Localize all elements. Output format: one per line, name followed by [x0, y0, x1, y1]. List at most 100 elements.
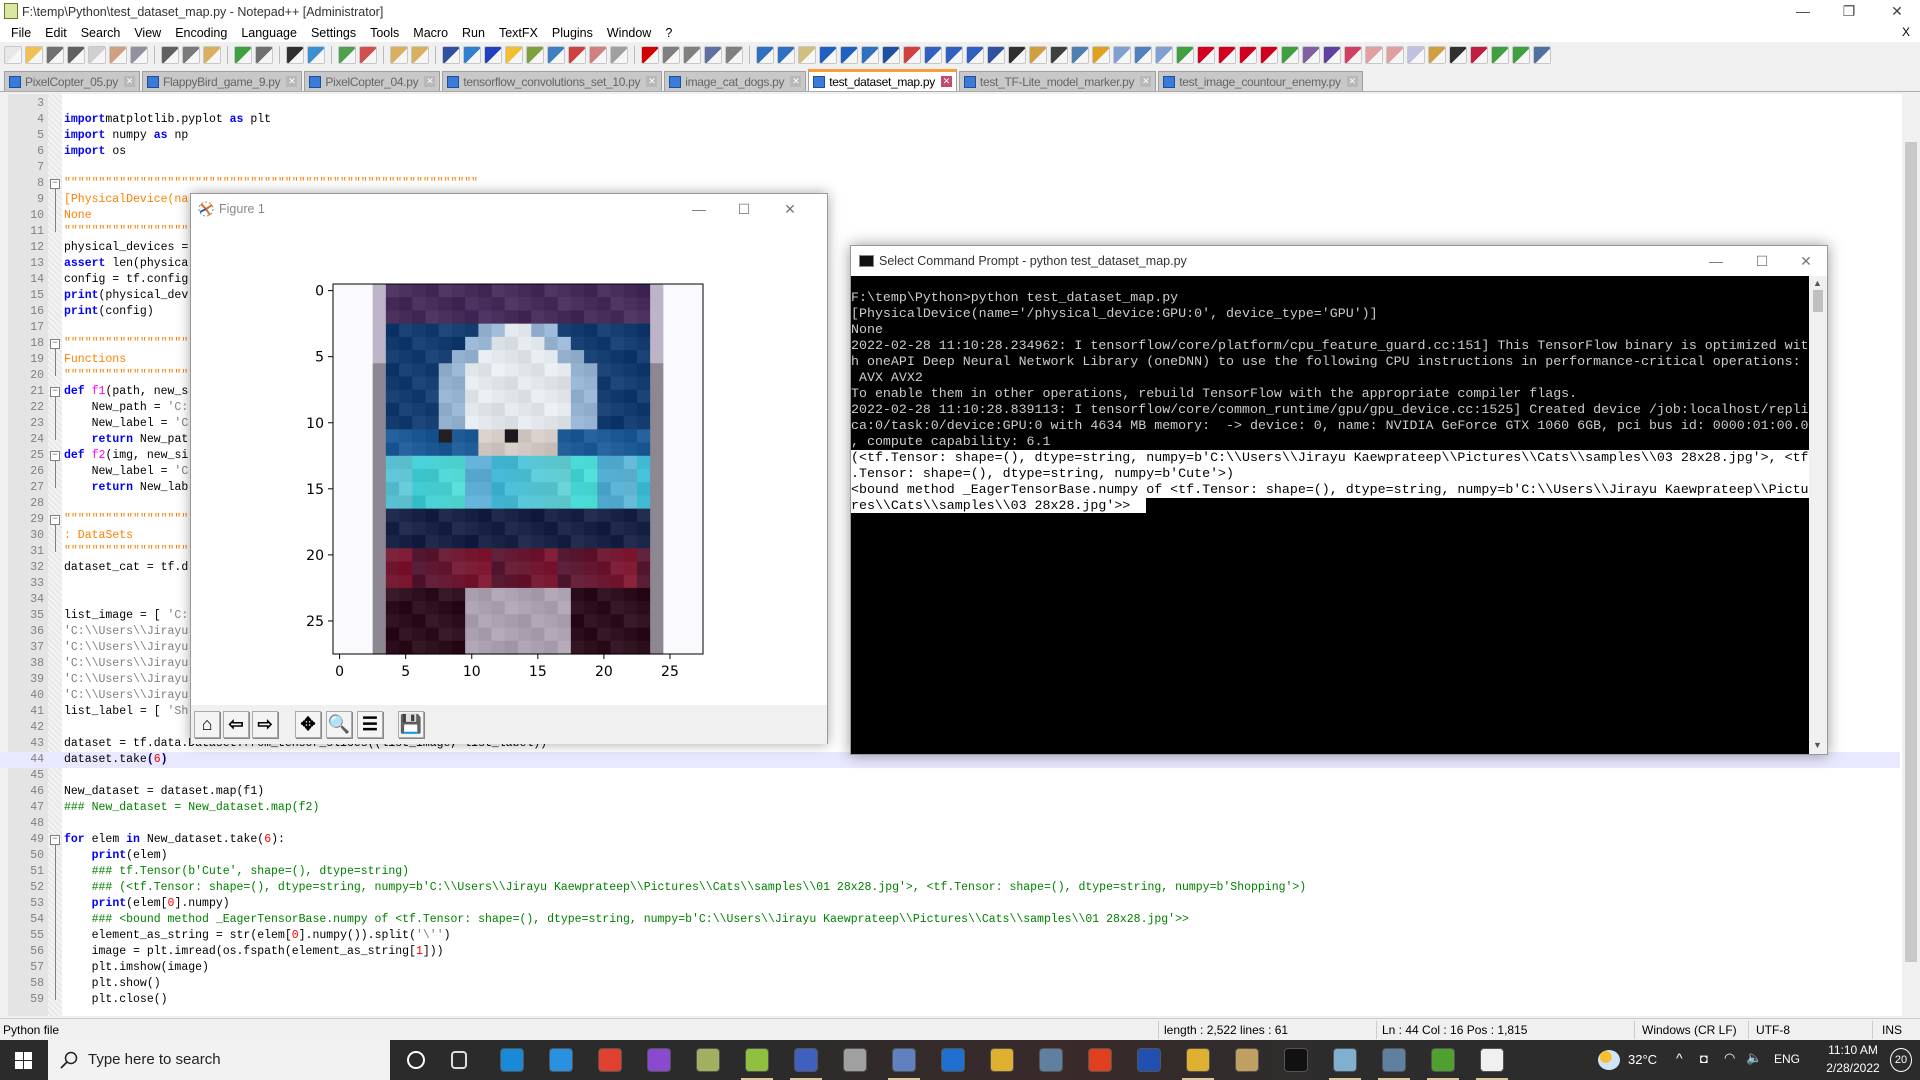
plugin-back-icon[interactable]: [777, 46, 795, 64]
menu-language[interactable]: Language: [234, 26, 304, 40]
playback-macro-icon[interactable]: [683, 46, 701, 64]
folder-as-workspace-icon[interactable]: [568, 46, 586, 64]
forward-button[interactable]: ⇨: [252, 711, 278, 738]
tab-test-tf-lite-model-marker-py[interactable]: test_TF-Lite_model_marker.py ✕: [958, 71, 1157, 91]
image-plot[interactable]: 0 0 5 5 10 10 15 15 20 20 25 25: [191, 224, 827, 704]
virtualbox-icon[interactable]: [1039, 1048, 1063, 1072]
plugin-chain-icon[interactable]: [1134, 46, 1152, 64]
mail-icon[interactable]: [549, 1048, 573, 1072]
tab-close-icon[interactable]: ✕: [424, 76, 436, 87]
plugin-first-icon[interactable]: [1197, 46, 1215, 64]
windows-start-icon[interactable]: [15, 1052, 32, 1069]
menu-textfx[interactable]: TextFX: [492, 26, 545, 40]
stop-recording-icon[interactable]: [662, 46, 680, 64]
weather-temperature[interactable]: 32°C: [1628, 1052, 1657, 1067]
cortana-icon[interactable]: [407, 1051, 425, 1069]
cut-icon[interactable]: [161, 46, 179, 64]
edge-icon[interactable]: [500, 1048, 524, 1072]
menu-run[interactable]: Run: [455, 26, 492, 40]
monitor-app-icon[interactable]: [843, 1048, 867, 1072]
blue-app-icon[interactable]: [941, 1048, 965, 1072]
copy-icon[interactable]: [182, 46, 200, 64]
wifi-icon[interactable]: ◠: [1724, 1050, 1735, 1066]
plugin-indent-icon[interactable]: [966, 46, 984, 64]
menu-file[interactable]: File: [4, 26, 38, 40]
plugin-doc-2-icon[interactable]: [1386, 46, 1404, 64]
tab-close-icon[interactable]: ✕: [646, 76, 658, 87]
sync-horizontal-icon[interactable]: [411, 46, 429, 64]
plugin-forward-icon[interactable]: [819, 46, 837, 64]
task-view-icon[interactable]: [451, 1051, 467, 1069]
plugin-prev-icon[interactable]: [1218, 46, 1236, 64]
network-app-icon[interactable]: [794, 1048, 818, 1072]
tab-pixelcopter-05-py[interactable]: PixelCopter_05.py ✕: [4, 71, 140, 91]
plugin-note-icon[interactable]: [1029, 46, 1047, 64]
home-button[interactable]: ⌂: [194, 711, 220, 738]
notepad-icon[interactable]: [1333, 1048, 1357, 1072]
plugin-doc-3-icon[interactable]: [1407, 46, 1425, 64]
plugin-tree-icon[interactable]: [903, 46, 921, 64]
volume-icon[interactable]: 🔈: [1746, 1050, 1762, 1066]
monitoring-icon[interactable]: [610, 46, 628, 64]
plugin-step-out-icon[interactable]: [1323, 46, 1341, 64]
taskbar-search-box[interactable]: Type here to search: [48, 1040, 390, 1080]
menu-view[interactable]: View: [127, 26, 168, 40]
tab-close-icon[interactable]: ✕: [1140, 76, 1152, 87]
tab-test-dataset-map-py[interactable]: test_dataset_map.py ✕: [808, 69, 957, 91]
plugin-x-icon[interactable]: [1470, 46, 1488, 64]
plugin-last-icon[interactable]: [1260, 46, 1278, 64]
plugin-step-into-icon[interactable]: [1302, 46, 1320, 64]
plugin-clean-icon[interactable]: [1512, 46, 1530, 64]
tray-camera-icon[interactable]: ◘: [1700, 1051, 1708, 1066]
print-icon[interactable]: [130, 46, 148, 64]
menu-tools[interactable]: Tools: [363, 26, 406, 40]
plugin-next-icon[interactable]: [1239, 46, 1257, 64]
word-wrap-icon[interactable]: [442, 46, 460, 64]
plugin-step-icon[interactable]: [1281, 46, 1299, 64]
tab-close-icon[interactable]: ✕: [123, 76, 135, 87]
zoom-button[interactable]: 🔍: [326, 711, 352, 738]
save-macro-icon[interactable]: [725, 46, 743, 64]
save-button[interactable]: 💾: [398, 711, 424, 738]
tab-close-icon[interactable]: ✕: [790, 76, 802, 87]
find-icon[interactable]: [286, 46, 304, 64]
plugin-globe-icon[interactable]: [1092, 46, 1110, 64]
menu-plugins[interactable]: Plugins: [545, 26, 600, 40]
run-macro-multiple-icon[interactable]: [704, 46, 722, 64]
plugin-settings-icon[interactable]: [1533, 46, 1551, 64]
file-explorer-icon[interactable]: [1186, 1048, 1210, 1072]
plugin-tool-icon[interactable]: [1344, 46, 1362, 64]
plugin-grid-icon[interactable]: [987, 46, 1005, 64]
menu-edit[interactable]: Edit: [38, 26, 74, 40]
menu-search[interactable]: Search: [74, 26, 128, 40]
weather-icon[interactable]: [1598, 1050, 1620, 1070]
tray-chevron-icon[interactable]: ^: [1676, 1050, 1683, 1066]
save-all-icon[interactable]: [67, 46, 85, 64]
minimize-button[interactable]: —: [1780, 0, 1826, 22]
cmd-maximize-button[interactable]: ☐: [1739, 250, 1785, 272]
plugin-bar-icon[interactable]: [1071, 46, 1089, 64]
cmd-close-button[interactable]: ✕: [1783, 250, 1829, 272]
zoom-out-icon[interactable]: [359, 46, 377, 64]
open-file-icon[interactable]: [25, 46, 43, 64]
plugin-doc-icon[interactable]: [1365, 46, 1383, 64]
plugin-tag-icon[interactable]: [1113, 46, 1131, 64]
figure-app-icon[interactable]: [1480, 1048, 1504, 1072]
undo-icon[interactable]: [234, 46, 252, 64]
editor-vertical-scrollbar[interactable]: [1902, 94, 1920, 1016]
plugin-edit-icon[interactable]: [1428, 46, 1446, 64]
close-document-button[interactable]: X: [1902, 25, 1910, 39]
document-map-icon[interactable]: [526, 46, 544, 64]
orange-app-icon[interactable]: [1088, 1048, 1112, 1072]
menu-help[interactable]: ?: [658, 26, 679, 40]
scrollbar-thumb[interactable]: [1905, 142, 1917, 962]
powershell-icon[interactable]: [1137, 1048, 1161, 1072]
figure-minimize-button[interactable]: —: [676, 198, 722, 220]
document-list-icon[interactable]: [589, 46, 607, 64]
pan-button[interactable]: ✥: [295, 711, 321, 738]
tab-test-image-countour-enemy-py[interactable]: test_image_countour_enemy.py ✕: [1158, 71, 1363, 91]
menu-macro[interactable]: Macro: [406, 26, 455, 40]
plugin-collapse-icon[interactable]: [924, 46, 942, 64]
cmd-minimize-button[interactable]: —: [1693, 250, 1739, 272]
calculator-icon[interactable]: [1382, 1048, 1406, 1072]
